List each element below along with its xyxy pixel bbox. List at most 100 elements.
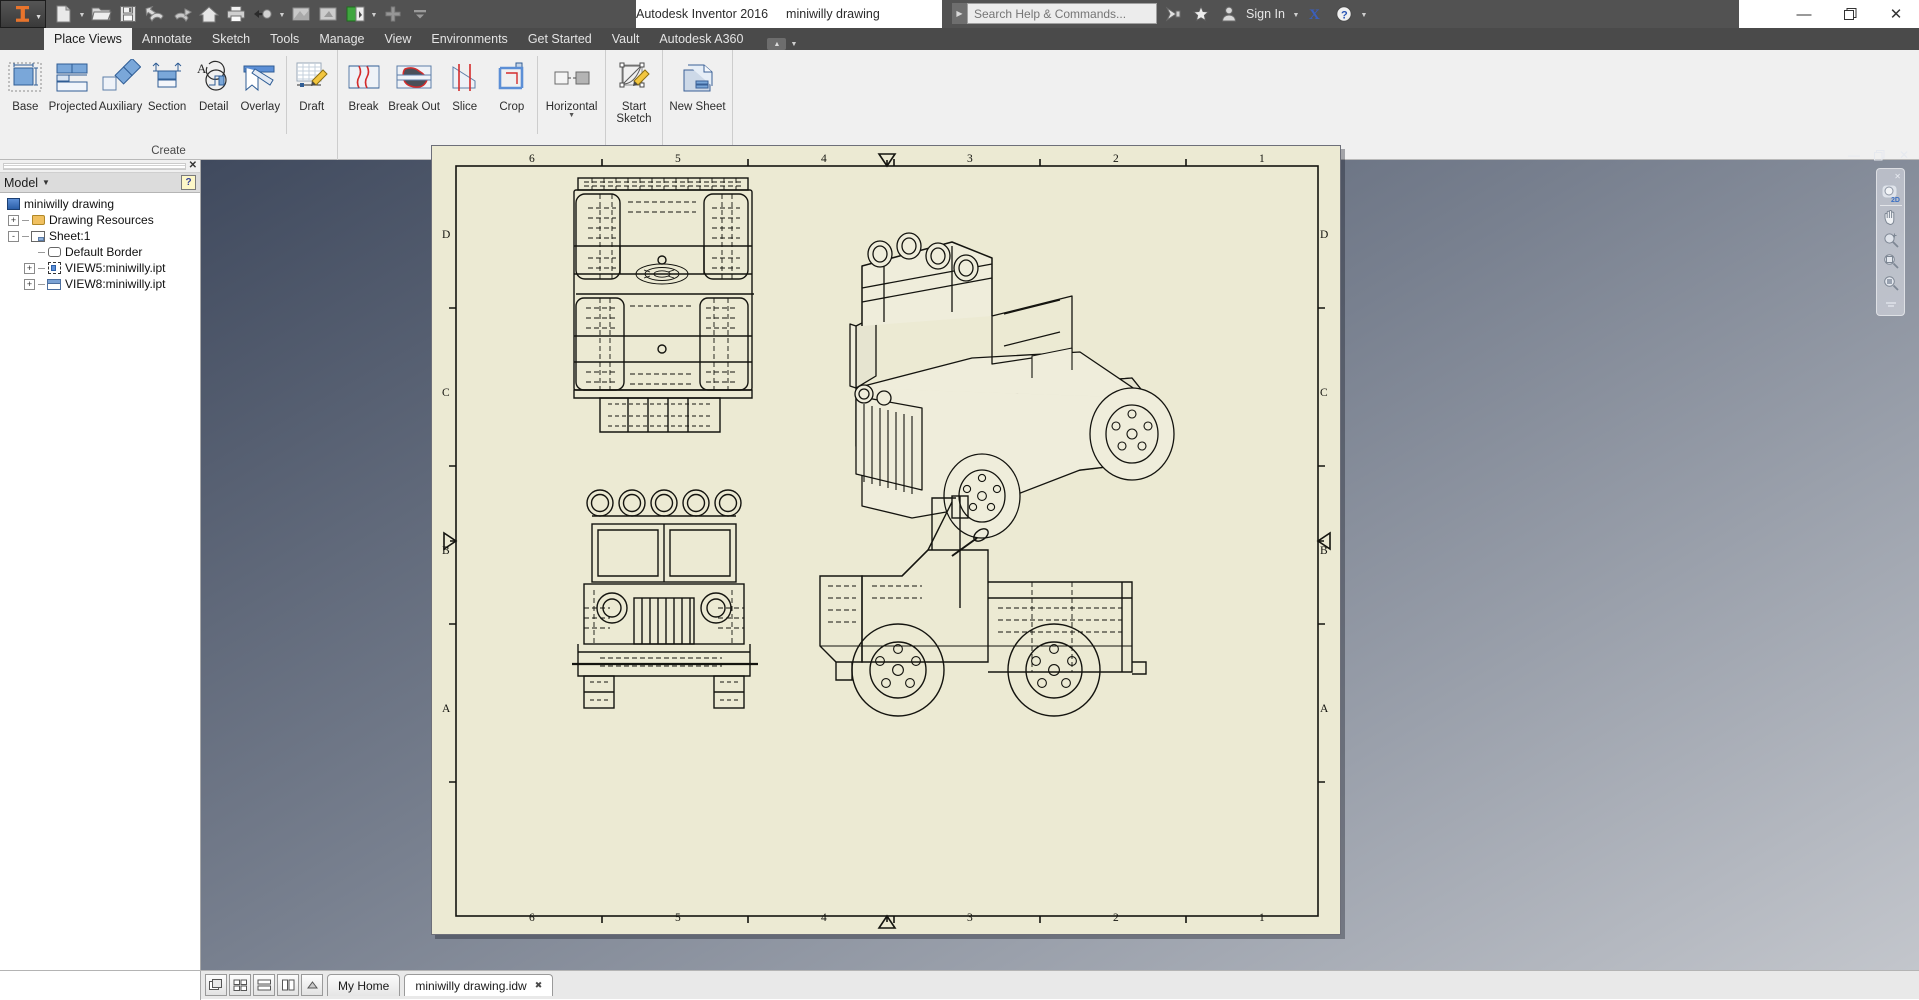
tree-item-miniwilly-drawing[interactable]: miniwilly drawing	[4, 196, 200, 212]
zoom-window-icon[interactable]	[1879, 252, 1903, 272]
projected-view-button[interactable]: Projected	[49, 54, 97, 113]
sign-in-dropdown-icon[interactable]: ▼	[1291, 2, 1301, 26]
new-icon[interactable]	[50, 2, 76, 26]
draft-view-button[interactable]: Draft	[288, 54, 335, 113]
search-dropdown-icon[interactable]: ▶	[952, 3, 967, 24]
pan-hand-icon[interactable]	[1879, 208, 1903, 228]
tree-connector	[22, 235, 29, 237]
minimize-button[interactable]: —	[1781, 0, 1827, 28]
tab-vault[interactable]: Vault	[602, 28, 650, 50]
zoom-all-icon[interactable]	[1879, 273, 1903, 293]
open-icon[interactable]	[88, 2, 114, 26]
chevron-down-icon[interactable]: ▼	[42, 178, 50, 187]
help-icon[interactable]: ?	[181, 175, 196, 190]
search-input[interactable]	[974, 6, 1156, 21]
base-view-button[interactable]: Base	[2, 54, 49, 113]
star-icon[interactable]	[1188, 1, 1214, 27]
detail-view-button[interactable]: A Detail	[190, 54, 237, 113]
view-cube-2d-icon[interactable]: 2D	[1879, 183, 1903, 203]
tab-autodesk-a360[interactable]: Autodesk A360	[649, 28, 753, 50]
tab-view[interactable]: View	[375, 28, 422, 50]
return-dropdown-icon[interactable]: ▼	[277, 2, 287, 26]
navbar-menu-icon[interactable]	[1879, 295, 1903, 315]
vertical-tile-icon[interactable]	[277, 974, 299, 996]
overflow-icon[interactable]	[407, 2, 433, 26]
doc-close-button[interactable]: ✕	[1899, 148, 1909, 162]
break-button[interactable]: Break	[340, 54, 387, 113]
user-icon[interactable]	[1216, 1, 1242, 27]
autodesk-exchange-icon[interactable]: X	[1303, 1, 1329, 27]
print-icon[interactable]	[223, 2, 249, 26]
material-icon[interactable]	[342, 2, 368, 26]
sign-in-button[interactable]: Sign In	[1244, 7, 1289, 21]
section-view-button[interactable]: Section	[144, 54, 191, 113]
save-icon[interactable]	[115, 2, 141, 26]
close-icon[interactable]: ✕	[1894, 172, 1901, 181]
crop-button[interactable]: Crop	[488, 54, 535, 113]
expand-icon[interactable]: +	[24, 278, 35, 290]
overlay-view-button[interactable]: Overlay	[237, 54, 284, 113]
document-window-controls: — ✕	[1848, 148, 1909, 162]
tab-manage[interactable]: Manage	[309, 28, 374, 50]
horizontal-tile-icon[interactable]	[253, 974, 275, 996]
close-icon[interactable]: ✖	[535, 980, 543, 991]
select-icon[interactable]	[315, 2, 341, 26]
tab-get-started[interactable]: Get Started	[518, 28, 602, 50]
help-dropdown-icon[interactable]: ▼	[1359, 2, 1369, 26]
tree-item-drawing-resources[interactable]: + Drawing Resources	[4, 212, 200, 228]
tree-item-label: Sheet:1	[49, 229, 91, 243]
tab-sketch[interactable]: Sketch	[202, 28, 260, 50]
material-dropdown-icon[interactable]: ▼	[369, 2, 379, 26]
cascade-windows-icon[interactable]	[205, 974, 227, 996]
tab-place-views[interactable]: Place Views	[44, 28, 132, 50]
undo-icon[interactable]	[142, 2, 168, 26]
tree-connector	[38, 251, 45, 253]
help-icon[interactable]: ?	[1331, 1, 1357, 27]
update-icon[interactable]	[288, 2, 314, 26]
ribbon-minimize-icon[interactable]: ▲	[767, 38, 787, 50]
return-icon[interactable]	[250, 2, 276, 26]
tree-item-sheet-1[interactable]: - Sheet:1	[4, 228, 200, 244]
start-sketch-button[interactable]: Start Sketch	[608, 54, 660, 125]
drawing-sheet[interactable]: 6 5 4 3 2 1 6 5 4 3 2 1 D C B A D C B A	[431, 145, 1341, 935]
section-view-label: Section	[147, 101, 187, 113]
close-button[interactable]: ✕	[1873, 0, 1919, 28]
doc-minimize-button[interactable]: —	[1848, 148, 1860, 162]
new-sheet-button[interactable]: New Sheet	[665, 54, 730, 113]
browser-grip[interactable]	[3, 162, 186, 170]
ribbon-options-caret-icon[interactable]: ▼	[790, 41, 797, 48]
application-menu-button[interactable]: ▼	[0, 0, 46, 28]
search-box[interactable]	[967, 3, 1157, 24]
doc-restore-button[interactable]	[1873, 149, 1885, 161]
browser-drag-bar[interactable]: ✕	[0, 160, 200, 173]
drawing-canvas[interactable]: — ✕ ✕ 2D 6 5 4 3 2 1 6 5 4 3 2 1 D C B A…	[201, 145, 1919, 970]
horizontal-dropdown-icon[interactable]: ▼	[568, 112, 575, 119]
maximize-button[interactable]	[1827, 0, 1873, 28]
tile-windows-icon[interactable]	[229, 974, 251, 996]
redo-icon[interactable]	[169, 2, 195, 26]
tree-item-view5[interactable]: + VIEW5:miniwilly.ipt	[4, 260, 200, 276]
add-icon[interactable]	[380, 2, 406, 26]
tab-annotate[interactable]: Annotate	[132, 28, 202, 50]
tab-tools[interactable]: Tools	[260, 28, 309, 50]
zoom-icon[interactable]	[1879, 230, 1903, 250]
break-out-button[interactable]: Break Out	[387, 54, 441, 113]
tab-environments[interactable]: Environments	[421, 28, 517, 50]
slice-button[interactable]: Slice	[441, 54, 488, 113]
document-tab-my-home[interactable]: My Home	[327, 974, 401, 996]
close-icon[interactable]: ✕	[189, 160, 197, 171]
tree-item-view8[interactable]: + VIEW8:miniwilly.ipt	[4, 276, 200, 292]
share-icon[interactable]	[1160, 1, 1186, 27]
auxiliary-view-button[interactable]: Auxiliary	[97, 54, 144, 113]
new-dropdown-icon[interactable]: ▼	[77, 2, 87, 26]
horizontal-button[interactable]: Horizontal ▼	[540, 54, 603, 119]
home-icon[interactable]	[196, 2, 222, 26]
expand-icon[interactable]: +	[24, 262, 35, 274]
scroll-up-icon[interactable]	[301, 974, 323, 996]
tree-item-default-border[interactable]: Default Border	[4, 244, 200, 260]
collapse-icon[interactable]: -	[8, 230, 19, 242]
expand-icon[interactable]: +	[8, 214, 19, 226]
overlay-view-icon	[240, 58, 280, 98]
document-tab-miniwilly-drawing[interactable]: miniwilly drawing.idw ✖	[404, 974, 554, 996]
ribbon-display-options[interactable]: ▲ ▼	[767, 38, 797, 50]
